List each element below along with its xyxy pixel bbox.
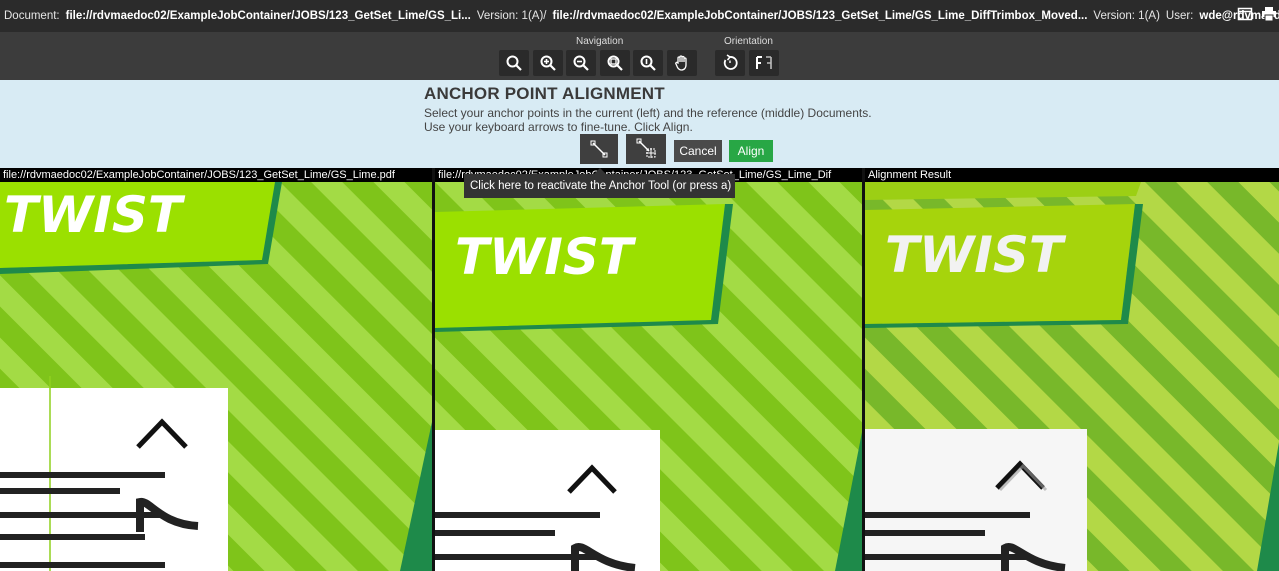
zoom-actual-size-icon [640, 55, 656, 71]
user-label: User: [1165, 10, 1194, 22]
left-document-path: file://rdvmaedoc02/ExampleJobContainer/J… [0, 168, 432, 182]
zoom-in-icon [540, 55, 556, 71]
zoom-in-button[interactable] [533, 50, 563, 76]
anchor-target-icon [636, 138, 656, 158]
reference-document-artwork: TWIST [435, 182, 862, 571]
anchor-tool-button[interactable] [580, 134, 618, 164]
document-info-bar: Document: file://rdvmaedoc02/ExampleJobC… [0, 0, 1279, 32]
magnifier-icon [506, 55, 522, 71]
align-button[interactable]: Align [729, 140, 773, 162]
flip-icon [756, 56, 772, 69]
rotate-button[interactable] [715, 50, 745, 76]
current-document-view[interactable]: TWIST [0, 182, 432, 571]
banner-instruction-2: Use your keyboard arrows to fine-tune. C… [424, 120, 693, 134]
alignment-result-view[interactable]: TWIST [865, 182, 1279, 571]
banner-instruction-1: Select your anchor points in the current… [424, 106, 872, 120]
zoom-fit-icon [607, 55, 623, 71]
twist-logo-text: TWIST [4, 186, 186, 244]
orientation-group-label: Orientation [724, 36, 773, 47]
navigation-group-label: Navigation [576, 36, 624, 47]
twist-logo-text: TWIST [885, 226, 1067, 284]
anchor-tool-tooltip: Click here to reactivate the Anchor Tool… [464, 168, 735, 198]
viewer-toolbar: Navigation Orientation [0, 32, 1279, 80]
reference-path: file://rdvmaedoc02/ExampleJobContainer/J… [552, 10, 1088, 22]
search-zoom-button[interactable] [499, 50, 529, 76]
reference-version: Version: 1(A) [1093, 10, 1160, 22]
anchor-select-button[interactable] [626, 134, 666, 164]
twist-logo-text: TWIST [455, 228, 637, 286]
result-panel-title: Alignment Result [865, 168, 1279, 182]
anchor-alignment-banner: ANCHOR POINT ALIGNMENT Select your ancho… [0, 80, 1279, 168]
print-icon[interactable] [1261, 6, 1277, 22]
rotate-icon [723, 54, 738, 70]
zoom-fit-button[interactable] [600, 50, 630, 76]
version-label: Version: 1(A)/ [476, 10, 547, 22]
zoom-out-button[interactable] [566, 50, 596, 76]
flip-button[interactable] [749, 50, 779, 76]
document-label: Document: [4, 10, 60, 22]
hand-icon [675, 55, 687, 71]
cancel-button[interactable]: Cancel [674, 140, 722, 162]
banner-title: ANCHOR POINT ALIGNMENT [424, 84, 665, 103]
zoom-out-icon [573, 55, 589, 71]
reference-document-view[interactable]: TWIST [435, 182, 862, 571]
anchor-line-icon [590, 140, 608, 158]
document-path: file://rdvmaedoc02/ExampleJobContainer/J… [65, 10, 471, 22]
current-document-artwork: TWIST [0, 182, 432, 571]
pan-tool-button[interactable] [667, 50, 697, 76]
window-layout-icon[interactable] [1237, 6, 1253, 22]
zoom-actual-button[interactable] [633, 50, 663, 76]
alignment-result-artwork: TWIST [865, 182, 1279, 571]
